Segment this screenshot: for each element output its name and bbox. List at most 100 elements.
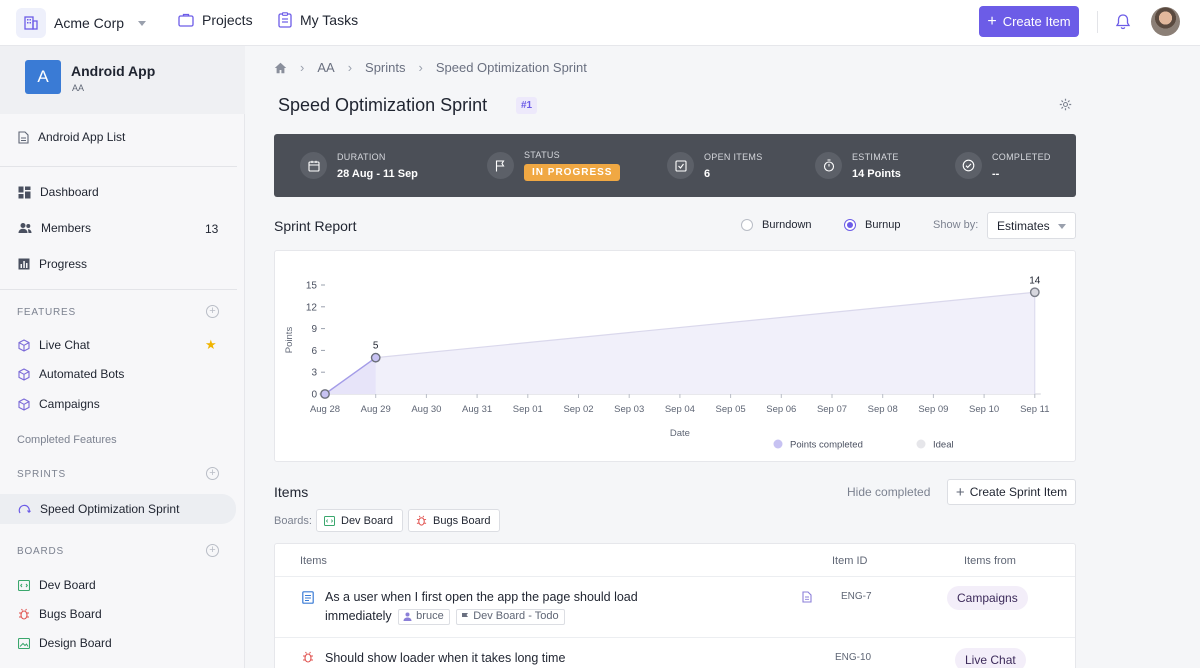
x-tick-label: Aug 31 [462, 404, 492, 415]
nav-projects[interactable]: Projects [178, 12, 253, 28]
burndown-label[interactable]: Burndown [762, 219, 812, 231]
home-icon[interactable] [274, 62, 287, 74]
sidebar-item-board[interactable]: Dev Board [18, 578, 96, 592]
page-title: Speed Optimization Sprint [278, 95, 488, 115]
items-from-pill[interactable]: Live Chat [955, 648, 1026, 668]
x-axis-label: Date [670, 428, 690, 439]
x-tick-label: Sep 05 [716, 404, 746, 415]
board-chip-label: Bugs Board [433, 514, 491, 527]
code-board-icon [324, 515, 335, 526]
y-tick-label: 3 [311, 368, 317, 379]
burnup-radio[interactable] [844, 219, 856, 231]
chevron-down-icon [1058, 224, 1066, 229]
stat-duration: DURATION 28 Aug - 11 Sep [300, 134, 418, 197]
sidebar-item-feature[interactable]: Live Chat [18, 338, 90, 352]
stopwatch-icon [815, 152, 842, 179]
create-item-button[interactable]: + Create Item [979, 6, 1079, 37]
y-tick-label: 9 [311, 324, 317, 335]
dashboard-icon [18, 186, 31, 198]
breadcrumb-item[interactable]: Sprints [365, 60, 405, 75]
y-tick-label: 6 [311, 346, 317, 357]
breadcrumb-item[interactable]: AA [317, 60, 334, 75]
calendar-icon [300, 152, 327, 179]
burnup-chart: 0 3 6 9 12 15 Aug 28 Aug 29 Aug 30 Aug 31 Sep 01 Se… [284, 275, 1050, 451]
nav-my-tasks[interactable]: My Tasks [278, 12, 358, 28]
x-tick-label: Sep 06 [766, 404, 796, 415]
sidebar-item-sprint[interactable]: Speed Optimization Sprint [18, 502, 179, 516]
item-title-cont: immediately bruce Dev Board - Todo [325, 607, 565, 626]
top-bar: Acme Corp Projects My Tasks + Create Ite… [0, 0, 1200, 46]
stat-completed: COMPLETED -- [955, 134, 1051, 197]
completed-features-link[interactable]: Completed Features [17, 434, 117, 446]
checklist-icon [667, 152, 694, 179]
sidebar-item-project-list[interactable]: Android App List [18, 130, 125, 144]
org-name: Acme Corp [54, 15, 125, 31]
board-filter-dev[interactable]: Dev Board [316, 509, 403, 532]
bell-icon[interactable] [1115, 13, 1131, 35]
plus-icon: + [955, 483, 965, 501]
sidebar-item-feature[interactable]: Campaigns [18, 397, 100, 411]
project-avatar: A [25, 60, 61, 94]
star-icon[interactable]: ★ [205, 337, 217, 353]
item-id: ENG-7 [841, 591, 872, 602]
check-circle-icon [955, 152, 982, 179]
board-location-chip[interactable]: Dev Board - Todo [456, 608, 565, 625]
board-filter-bugs[interactable]: Bugs Board [408, 509, 501, 532]
add-board-button[interactable]: + [206, 544, 219, 557]
members-count: 13 [205, 222, 219, 236]
cube-icon [18, 397, 30, 411]
org-switcher[interactable]: Acme Corp [16, 8, 147, 38]
divider [275, 637, 1075, 638]
show-by-select[interactable]: Estimates [987, 212, 1076, 239]
sidebar-item-label: Live Chat [39, 338, 90, 352]
items-from-pill[interactable]: Campaigns [947, 586, 1028, 610]
legend-label: Points completed [790, 440, 863, 451]
legend-swatch-ideal [916, 439, 926, 449]
legend-swatch-completed [773, 439, 783, 449]
bug-icon [19, 608, 29, 620]
ideal-area [325, 292, 1035, 394]
sidebar-item-label: Automated Bots [39, 367, 125, 381]
y-tick-label: 12 [306, 302, 318, 313]
stat-open-items: OPEN ITEMS 6 [667, 134, 763, 197]
divider [0, 166, 237, 167]
completed-point [320, 389, 330, 399]
stat-estimate: ESTIMATE 14 Points [815, 134, 901, 197]
description-icon [802, 591, 812, 603]
stat-value: 28 Aug - 11 Sep [337, 167, 418, 180]
sidebar-item-label: Bugs Board [39, 607, 102, 621]
add-sprint-button[interactable]: + [206, 467, 219, 480]
divider [0, 289, 237, 290]
x-tick-label: Sep 10 [969, 404, 999, 415]
hide-completed-toggle[interactable]: Hide completed [847, 485, 930, 499]
sidebar-item-label: Design Board [39, 636, 112, 650]
stat-value: 6 [704, 167, 711, 180]
y-tick-label: 0 [311, 390, 317, 401]
assignee-chip[interactable]: bruce [398, 608, 450, 625]
code-board-icon [18, 579, 30, 591]
create-sprint-item-button[interactable]: + Create Sprint Item [947, 479, 1076, 505]
sidebar-item-progress[interactable]: Progress [18, 257, 87, 271]
divider [1097, 11, 1098, 33]
y-axis-label: Points [284, 327, 295, 354]
breadcrumb-item[interactable]: Speed Optimization Sprint [436, 60, 587, 75]
show-by-value: Estimates [997, 219, 1050, 233]
add-feature-button[interactable]: + [206, 305, 219, 318]
sidebar-item-board[interactable]: Bugs Board [18, 607, 102, 621]
gear-icon[interactable] [1059, 98, 1072, 116]
burnup-label[interactable]: Burnup [865, 219, 900, 231]
stat-label: ESTIMATE [852, 151, 899, 162]
stat-status: STATUS IN PROGRESS [487, 134, 621, 197]
sidebar-item-members[interactable]: Members [18, 221, 91, 235]
x-tick-label: Sep 08 [868, 404, 898, 415]
stat-value: -- [992, 167, 1000, 180]
sidebar-item-board[interactable]: Design Board [18, 636, 112, 650]
sidebar-item-dashboard[interactable]: Dashboard [18, 185, 99, 199]
user-avatar[interactable] [1151, 7, 1180, 36]
item-title-line2: immediately [325, 609, 392, 623]
burndown-radio[interactable] [741, 219, 753, 231]
board-chip-label: Dev Board [341, 514, 393, 527]
sprint-icon [18, 504, 31, 514]
project-header[interactable]: A Android App AA [0, 46, 245, 114]
sidebar-item-feature[interactable]: Automated Bots [18, 367, 124, 381]
